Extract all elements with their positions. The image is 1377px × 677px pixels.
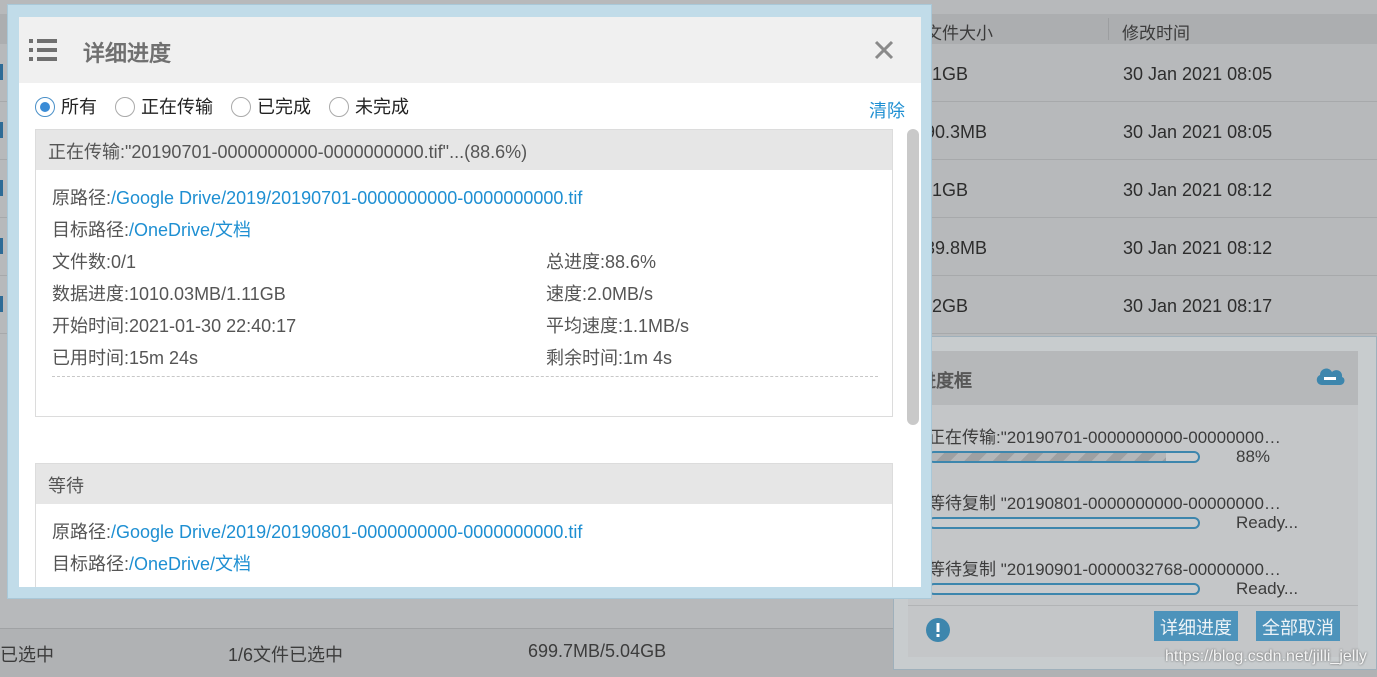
details-button[interactable]: 详细进度 <box>1154 611 1238 641</box>
filter-completed-label: 已完成 <box>257 97 312 117</box>
target-path-label: 目标路径: <box>52 554 130 574</box>
row-marker <box>0 296 3 312</box>
close-icon[interactable] <box>873 39 895 61</box>
info-icon[interactable] <box>926 618 950 642</box>
progress-status: Ready... <box>1236 513 1299 532</box>
task-list[interactable]: 正在传输:"20190701-0000000000-0000000000.tif… <box>35 129 893 587</box>
task-card-header: 正在传输:"20190701-0000000000-0000000000.tif… <box>36 130 892 170</box>
filter-transferring-label: 正在传输 <box>141 97 214 117</box>
progress-item-name: 正在传输:"20190701-0000000000-00000000… <box>928 428 1281 447</box>
column-separator <box>1108 18 1109 40</box>
file-modified: 30 Jan 2021 08:17 <box>1123 296 1273 316</box>
list-menu-icon <box>29 39 57 61</box>
status-files-selected: 1/6文件已选中 <box>228 645 344 665</box>
file-size: 90.3MB <box>925 122 988 142</box>
filter-all-label: 所有 <box>61 97 97 117</box>
progress-bar-fill <box>930 453 1166 461</box>
total-progress: 总进度:88.6% <box>546 252 657 272</box>
file-size: 39.8MB <box>925 238 988 258</box>
column-size[interactable]: 文件大小 <box>925 19 993 44</box>
target-path-line: 目标路径:/OneDrive/文档 <box>52 216 251 242</box>
speed: 速度:2.0MB/s <box>546 284 654 304</box>
remaining-time: 剩余时间:1m 4s <box>546 348 673 368</box>
row-marker <box>0 238 3 254</box>
target-path-link[interactable]: /OneDrive/文档 <box>129 220 251 240</box>
filter-incomplete-label: 未完成 <box>355 97 410 117</box>
progress-bar <box>928 451 1200 463</box>
file-modified: 30 Jan 2021 08:05 <box>1123 64 1273 84</box>
task-card-header: 等待 <box>36 464 892 504</box>
progress-status: Ready... <box>1236 579 1299 598</box>
radio-selected[interactable] <box>35 97 55 117</box>
status-selected: 已选中 <box>0 645 54 665</box>
target-path-line: 目标路径:/OneDrive/文档 <box>52 550 251 576</box>
filter-transferring[interactable]: 正在传输 <box>115 95 213 119</box>
file-size: 1GB <box>932 64 969 84</box>
source-path-link[interactable]: /Google Drive/2019/20190701-0000000000-0… <box>111 188 582 208</box>
source-path-line: 原路径:/Google Drive/2019/20190801-00000000… <box>52 518 582 544</box>
filter-all[interactable]: 所有 <box>35 95 97 119</box>
source-path-label: 原路径: <box>52 522 112 542</box>
scrollbar[interactable] <box>907 129 919 425</box>
row-marker <box>0 180 3 196</box>
watermark: https://blog.csdn.net/jilli_jelly <box>1165 648 1367 665</box>
status-size-selected: 699.7MB/5.04GB <box>528 641 667 661</box>
row-marker <box>0 122 3 138</box>
detail-progress-dialog: 详细进度 所有 正在传输 已完成 未完成 清除 正在传输:"20190701-0… <box>7 4 932 599</box>
radio[interactable] <box>115 97 136 117</box>
progress-item-name: 等待复制 "20190901-0000032768-00000000… <box>928 560 1281 579</box>
source-path-label: 原路径: <box>52 188 112 208</box>
average-speed: 平均速度:1.1MB/s <box>546 316 690 336</box>
column-modified[interactable]: 修改时间 <box>1122 19 1190 44</box>
data-progress: 数据进度:1010.03MB/1.11GB <box>52 284 286 304</box>
progress-percent: 88% <box>1236 447 1271 466</box>
cancel-all-button[interactable]: 全部取消 <box>1256 611 1340 641</box>
file-modified: 30 Jan 2021 08:12 <box>1123 238 1273 258</box>
dialog-header: 详细进度 <box>19 17 921 83</box>
divider <box>52 376 878 377</box>
clear-link[interactable]: 清除 <box>869 97 905 123</box>
progress-bar <box>928 517 1200 529</box>
elapsed-time: 已用时间:15m 24s <box>52 348 199 368</box>
filter-incomplete[interactable]: 未完成 <box>329 95 409 119</box>
file-size: 2GB <box>932 296 969 316</box>
progress-box-title: 进度框 <box>908 351 1358 405</box>
radio[interactable] <box>231 97 252 117</box>
dialog-title: 详细进度 <box>83 41 172 66</box>
file-modified: 30 Jan 2021 08:05 <box>1123 122 1273 142</box>
file-modified: 30 Jan 2021 08:12 <box>1123 180 1273 200</box>
source-path-link[interactable]: /Google Drive/2019/20190801-0000000000-0… <box>111 522 582 542</box>
task-card-waiting: 等待 原路径:/Google Drive/2019/20190801-00000… <box>35 463 893 587</box>
filter-completed[interactable]: 已完成 <box>231 95 311 119</box>
target-path-link[interactable]: /OneDrive/文档 <box>129 554 251 574</box>
source-path-line: 原路径:/Google Drive/2019/20190701-00000000… <box>52 184 582 210</box>
target-path-label: 目标路径: <box>52 220 130 240</box>
dialog-panel: 详细进度 所有 正在传输 已完成 未完成 清除 正在传输:"20190701-0… <box>19 17 921 587</box>
progress-box: 进度框 正在传输:"20190701-0000000000-00000000… … <box>893 336 1377 670</box>
progress-item-name: 等待复制 "20190801-0000000000-00000000… <box>928 494 1281 513</box>
progress-box-inner: 进度框 正在传输:"20190701-0000000000-00000000… … <box>908 351 1358 657</box>
task-card-active: 正在传输:"20190701-0000000000-0000000000.tif… <box>35 129 893 417</box>
progress-bar <box>928 583 1200 595</box>
file-size: 1GB <box>932 180 969 200</box>
radio[interactable] <box>329 97 350 117</box>
cloud-minimize-icon[interactable] <box>1314 363 1346 389</box>
start-time: 开始时间:2021-01-30 22:40:17 <box>52 316 297 336</box>
file-count: 文件数:0/1 <box>52 252 137 272</box>
row-marker <box>0 64 3 80</box>
filter-radio-group: 所有 正在传输 已完成 未完成 <box>35 95 422 119</box>
